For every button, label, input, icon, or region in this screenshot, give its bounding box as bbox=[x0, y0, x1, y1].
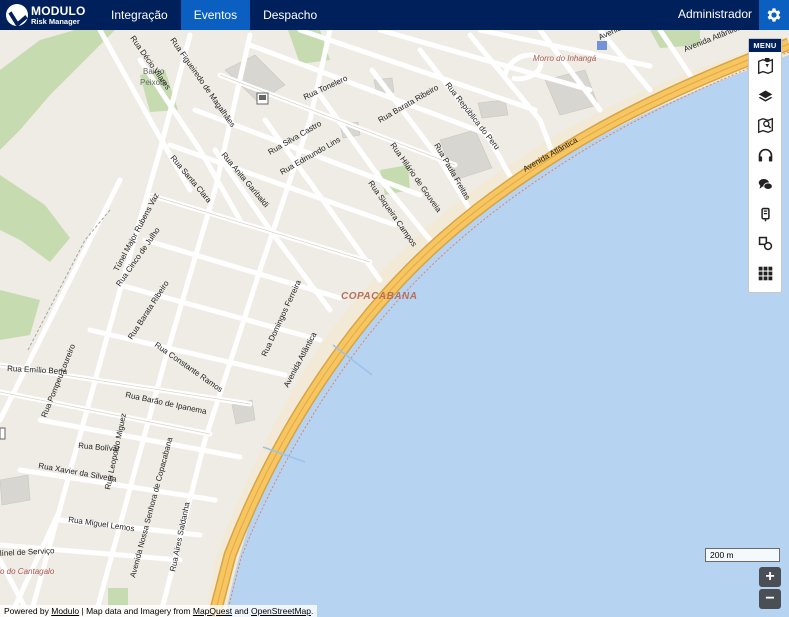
zoom-in-button[interactable]: + bbox=[759, 567, 781, 587]
attribution-suffix: . bbox=[311, 606, 314, 616]
hill-label: Morro do Inhangá bbox=[533, 54, 597, 63]
grid-tool[interactable] bbox=[749, 259, 781, 289]
openstreetmap-link[interactable]: OpenStreetMap bbox=[251, 606, 311, 616]
device-tool[interactable] bbox=[749, 200, 781, 230]
poi-bus-icon-1[interactable] bbox=[256, 92, 269, 105]
attribution-prefix: Powered by bbox=[4, 606, 52, 616]
logo-text: MODULO Risk Manager bbox=[31, 5, 86, 26]
modulo-link[interactable]: Modulo bbox=[51, 606, 79, 616]
chat-tool[interactable] bbox=[749, 170, 781, 200]
zoom-out-button[interactable]: − bbox=[759, 589, 781, 609]
park-bottom bbox=[108, 588, 128, 606]
attribution-and: and bbox=[232, 606, 251, 616]
map-search-tool[interactable] bbox=[749, 111, 781, 141]
cantagalo-label: o do Cantagalo bbox=[0, 567, 55, 576]
logo-title: MODULO bbox=[31, 3, 86, 18]
attribution-middle: | Map data and Imagery from bbox=[79, 606, 193, 616]
modulo-logo[interactable]: MODULO Risk Manager bbox=[6, 4, 86, 26]
poi-bus-icon-2[interactable] bbox=[0, 427, 6, 440]
gear-icon bbox=[767, 8, 781, 22]
shapes-icon bbox=[758, 237, 772, 251]
layers-icon bbox=[758, 90, 772, 102]
layers-tool[interactable] bbox=[749, 82, 781, 112]
map-scale: 200 m bbox=[705, 548, 780, 562]
chat-icon bbox=[758, 179, 773, 191]
mapquest-link[interactable]: MapQuest bbox=[193, 606, 232, 616]
main-nav: Integração Eventos Despacho bbox=[98, 0, 330, 30]
tool-menu: MENU bbox=[748, 38, 782, 293]
grid-icon bbox=[758, 266, 772, 281]
map-canvas[interactable]: COPACABANA Morro do Inhangá o do Cantaga… bbox=[0, 30, 789, 617]
tool-menu-header[interactable]: MENU bbox=[749, 39, 781, 52]
building-4 bbox=[477, 99, 509, 119]
building-8 bbox=[0, 474, 31, 506]
logo-subtitle: Risk Manager bbox=[31, 16, 80, 26]
map-marker-icon bbox=[757, 58, 773, 75]
map-attribution: Powered by Modulo | Map data and Imagery… bbox=[0, 605, 318, 617]
tab-integracao[interactable]: Integração bbox=[98, 0, 181, 30]
tab-despacho[interactable]: Despacho bbox=[250, 0, 330, 30]
tab-eventos[interactable]: Eventos bbox=[180, 0, 251, 30]
map-svg[interactable]: COPACABANA Morro do Inhangá o do Cantaga… bbox=[0, 30, 789, 617]
district-label: COPACABANA bbox=[341, 291, 417, 302]
device-icon bbox=[760, 207, 770, 222]
settings-button[interactable] bbox=[759, 0, 789, 30]
headset-tool[interactable] bbox=[749, 141, 781, 171]
headset-icon bbox=[758, 148, 772, 162]
modulo-logo-icon bbox=[6, 4, 28, 26]
user-menu[interactable]: Administrador bbox=[678, 0, 752, 30]
poi-school-icon[interactable] bbox=[597, 41, 607, 50]
map-search-icon bbox=[757, 117, 773, 134]
top-navigation-bar: MODULO Risk Manager Integração Eventos D… bbox=[0, 0, 789, 30]
map-marker-tool[interactable] bbox=[749, 52, 781, 82]
shapes-tool[interactable] bbox=[749, 229, 781, 259]
